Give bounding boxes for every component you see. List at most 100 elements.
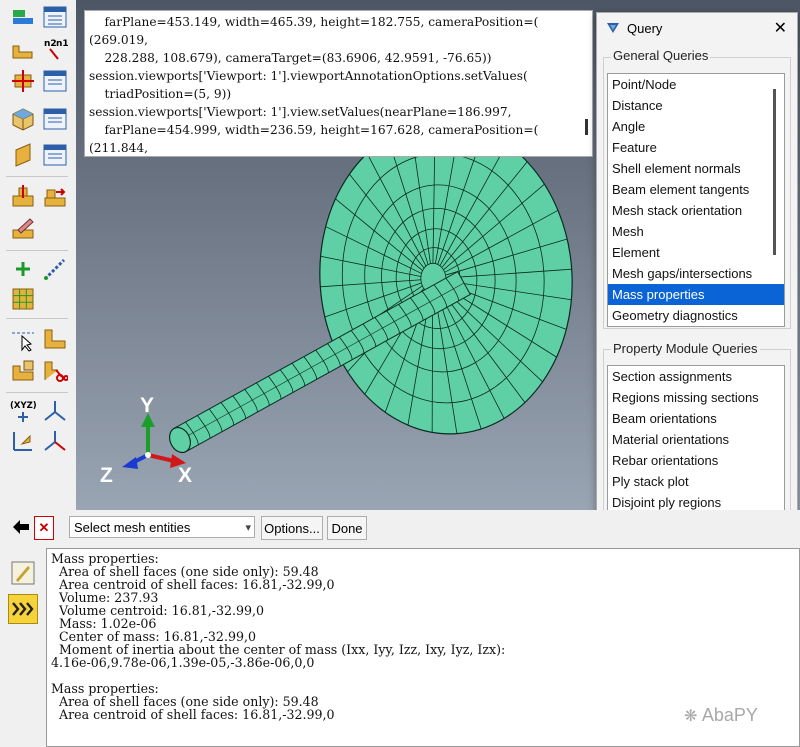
triad-red-icon [44,431,66,451]
table-report-icon [43,144,67,166]
partition-icon [44,329,66,349]
query-item[interactable]: Beam element tangents [608,179,784,200]
select-region-button[interactable] [8,324,38,354]
query-item[interactable]: Rebar orientations [608,450,784,471]
toolbox-separator [6,250,68,251]
prompt-area: ✕ Select mesh entities ▾ Options... Done [0,510,800,544]
triad-red-button[interactable] [40,426,70,456]
add-icon [16,262,30,276]
query-item[interactable]: Feature [608,137,784,158]
toolbox-separator [6,392,68,393]
edit-mesh-button[interactable] [8,182,38,212]
assign-icon [12,360,34,381]
xyz-point-icon: (XYZ) [10,401,36,422]
svg-text:(XYZ): (XYZ) [10,401,36,411]
query-item[interactable]: Mesh stack orientation [608,200,784,221]
grid-mesh-button[interactable] [8,284,38,314]
line-arrow-icon [43,258,66,281]
view-triad: Y Z X [100,394,192,487]
add-node-button[interactable] [8,254,38,284]
query-item[interactable]: Beam orientations [608,408,784,429]
query-tool-button[interactable] [8,2,38,32]
triad-z-label: Z [100,464,113,487]
measure-point-icon [12,70,34,92]
report-tool-button-4[interactable] [40,140,70,170]
move-mesh-icon [44,188,66,207]
replay-line: (269.019, [89,33,149,47]
xyz-point-button[interactable]: (XYZ) [8,396,38,426]
general-list-scrollbar[interactable] [773,89,776,255]
axes-transform-icon [13,432,32,451]
message-area: Mass properties: Area of shell faces (on… [0,544,800,747]
pencil-mesh-button[interactable] [8,214,38,244]
replay-script-panel: farPlane=453.149, width=465.39, height=1… [84,10,593,157]
node-label-button[interactable]: n2 n1 [40,34,70,64]
table-report-icon [43,108,67,130]
general-queries-label: General Queries [611,48,711,63]
replay-line: farPlane=453.149, width=465.39, height=1… [104,15,539,29]
mesh-entity-select[interactable]: Select mesh entities ▾ [69,516,255,538]
measure-point-button[interactable] [8,66,38,96]
query-dialog-icon [607,23,619,33]
toolbox-separator [6,318,68,319]
triad-y-label: Y [140,394,154,417]
query-item[interactable]: Section assignments [608,366,784,387]
watermark-text: AbaPY [701,705,758,725]
message-tab-button[interactable] [8,558,38,588]
back-button[interactable] [10,516,32,538]
query-item[interactable]: Material orientations [608,429,784,450]
report-tool-button-2[interactable] [40,66,70,96]
partition-button[interactable] [40,324,70,354]
move-mesh-button[interactable] [40,182,70,212]
triad-button[interactable] [40,396,70,426]
pencil-mesh-icon [12,218,34,239]
close-icon[interactable]: ✕ [774,18,787,38]
replay-line: farPlane=454.999, width=236.59, height=1… [104,123,539,137]
query-item[interactable]: Angle [608,116,784,137]
datum-csys-icon [12,45,33,59]
cut-button[interactable] [40,356,70,386]
replay-scrollbar[interactable] [585,119,588,135]
shell-query-button[interactable] [8,140,38,170]
replay-script-text: farPlane=453.149, width=465.39, height=1… [85,11,592,156]
query-item[interactable]: Element [608,242,784,263]
bar-query-icon [13,10,33,24]
cancel-button[interactable]: ✕ [34,516,54,540]
query-item[interactable]: Ply stack plot [608,471,784,492]
query-dialog: Query ✕ General Queries Point/Node Distan… [596,12,798,527]
property-queries-label: Property Module Queries [611,341,760,356]
assign-button[interactable] [8,356,38,386]
svg-text:n1: n1 [56,39,68,49]
options-button[interactable]: Options... [261,516,323,540]
query-item[interactable]: Mesh gaps/intersections [608,263,784,284]
message-text: Mass properties: Area of shell faces (on… [51,551,506,722]
query-titlebar[interactable]: Query ✕ [597,13,797,43]
triad-x-label: X [178,464,192,487]
property-queries-list: Section assignments Regions missing secti… [607,365,785,515]
line-query-button[interactable] [40,254,70,284]
wechat-icon: ❋ [684,708,702,725]
query-item[interactable]: Distance [608,95,784,116]
query-item[interactable]: Regions missing sections [608,387,784,408]
query-item[interactable]: Mesh [608,221,784,242]
grid-mesh-icon [12,288,34,310]
replay-line: session.viewports['Viewport: 1'].view.se… [89,105,512,119]
report-tool-button-3[interactable] [40,104,70,134]
solid-query-button[interactable] [8,104,38,134]
node-label-icon: n2 n1 [44,39,68,60]
replay-line: 228.288, 108.679), cameraTarget=(83.6906… [104,51,492,65]
query-item[interactable]: Mass properties [608,284,784,305]
datum-csys-button[interactable] [8,34,38,64]
command-line-button[interactable] [8,594,38,624]
axes-transform-button[interactable] [8,426,38,456]
cancel-icon: ✕ [38,520,50,535]
replay-line: session.viewports['Viewport: 1'].viewpor… [89,69,528,83]
query-item[interactable]: Point/Node [608,74,784,95]
query-item[interactable]: Shell element normals [608,158,784,179]
toolbox-separator [6,176,68,177]
done-button[interactable]: Done [327,516,367,540]
select-region-icon [12,332,34,352]
report-tool-button[interactable] [40,2,70,32]
message-icon [11,561,35,585]
query-item[interactable]: Geometry diagnostics [608,305,784,326]
